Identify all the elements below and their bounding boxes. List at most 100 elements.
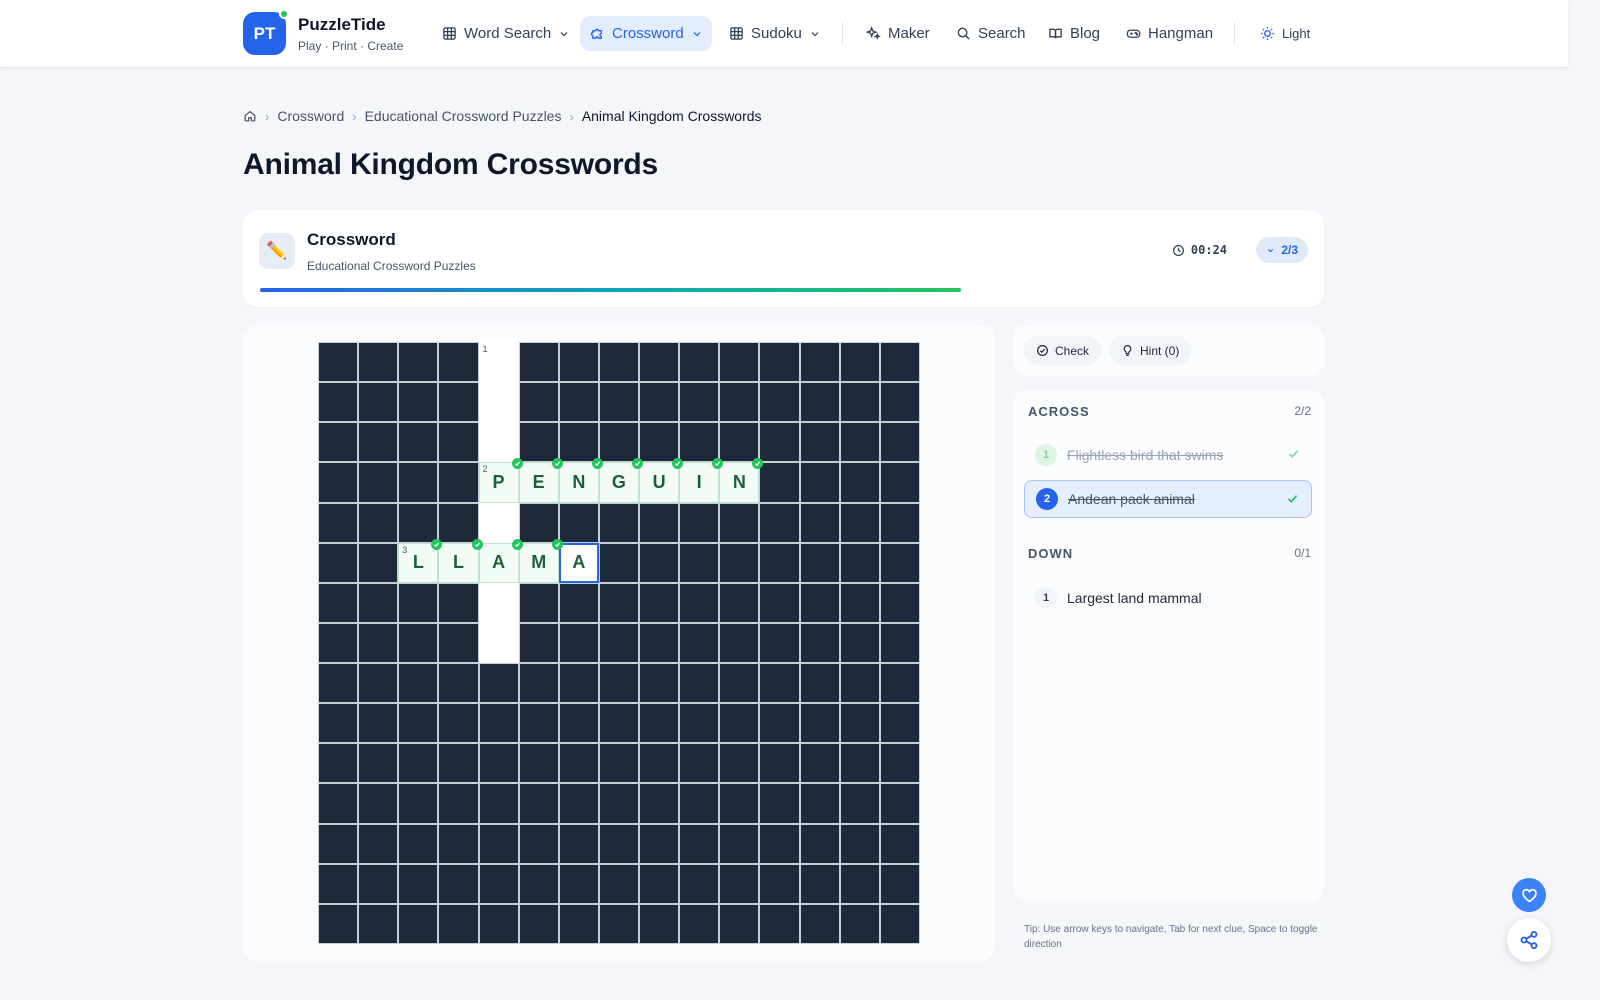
grid-letter-cell[interactable]: A: [558, 542, 599, 583]
nav-crossword[interactable]: Crossword: [580, 16, 712, 51]
grid-block-cell: [558, 783, 599, 824]
check-button[interactable]: Check: [1024, 336, 1102, 365]
favorite-button[interactable]: [1512, 878, 1546, 912]
grid-block-cell: [759, 743, 800, 784]
grid-block-cell: [558, 382, 599, 423]
grid-letter-cell[interactable]: [478, 582, 519, 623]
puzzle-piece-icon: [590, 28, 602, 39]
grid-block-cell: [879, 502, 920, 543]
grid-letter-cell[interactable]: N: [558, 458, 603, 503]
grid-block-cell: [438, 663, 479, 704]
grid-block-cell: [879, 903, 920, 944]
grid-letter-cell[interactable]: 2P: [478, 458, 523, 503]
nav-search[interactable]: Search: [946, 16, 1036, 51]
grid-block-cell: [478, 703, 519, 744]
grid-block-cell: [799, 542, 840, 583]
clue-text: Largest land mammal: [1067, 590, 1202, 606]
brand-tagline: Play · Print · Create: [298, 39, 404, 53]
grid-letter-cell[interactable]: A: [478, 538, 523, 583]
grid-icon: [730, 27, 743, 40]
nav-hangman[interactable]: Hangman: [1116, 16, 1223, 51]
grid-block-cell: [518, 903, 559, 944]
nav-word-search[interactable]: Word Search: [432, 16, 580, 51]
grid-block-cell: [759, 663, 800, 704]
grid-block-cell: [438, 703, 479, 744]
grid-block-cell: [799, 342, 840, 383]
clue-across-2[interactable]: 2 Andean pack animal: [1024, 480, 1312, 518]
grid-block-cell: [518, 342, 559, 383]
nav-maker[interactable]: Maker: [856, 16, 940, 51]
grid-block-cell: [518, 823, 559, 864]
grid-block-cell: [879, 422, 920, 463]
grid-block-cell: [879, 542, 920, 583]
clue-text: Andean pack animal: [1068, 491, 1195, 507]
share-button[interactable]: [1507, 918, 1551, 962]
grid-letter-cell[interactable]: U: [639, 458, 684, 503]
grid-block-cell: [478, 823, 519, 864]
gamepad-icon: [1126, 29, 1141, 38]
grid-block-cell: [518, 502, 559, 543]
grid-letter-cell[interactable]: L: [438, 538, 483, 583]
pencil-icon: ✏️: [259, 233, 295, 269]
brand-logo[interactable]: PT: [243, 9, 289, 55]
hint-button-label: Hint (0): [1140, 343, 1180, 358]
grid-block-cell: [839, 542, 880, 583]
grid-block-cell: [318, 703, 359, 744]
brand-block[interactable]: PuzzleTide Play · Print · Create: [298, 15, 403, 53]
grid-block-cell: [719, 542, 760, 583]
grid-block-cell: [839, 342, 880, 383]
grid-block-cell: [639, 582, 680, 623]
grid-letter-cell[interactable]: I: [679, 458, 724, 503]
breadcrumb-category[interactable]: Educational Crossword Puzzles: [365, 108, 562, 124]
grid-block-cell: [398, 743, 439, 784]
grid-letter-cell[interactable]: 1: [478, 342, 519, 383]
grid-letter-cell[interactable]: [478, 382, 519, 423]
grid-block-cell: [719, 582, 760, 623]
hint-button[interactable]: Hint (0): [1109, 336, 1192, 365]
cell-letter: E: [532, 471, 545, 492]
grid-block-cell: [679, 783, 720, 824]
grid-letter-cell[interactable]: M: [518, 538, 563, 583]
grid-block-cell: [879, 823, 920, 864]
timer-value: 00:24: [1190, 243, 1227, 257]
grid-block-cell: [318, 622, 359, 663]
grid-block-cell: [639, 823, 680, 864]
grid-block-cell: [358, 863, 399, 904]
cell-correct-icon: [551, 538, 563, 550]
clue-down-1[interactable]: 1 Largest land mammal: [1024, 579, 1312, 617]
crossword-grid: 12PENGUIN3LLAMA: [318, 342, 920, 944]
chevron-down-icon: [811, 31, 819, 36]
grid-block-cell: [558, 422, 599, 463]
grid-letter-cell[interactable]: 3L: [398, 538, 443, 583]
grid-letter-cell[interactable]: [478, 622, 519, 663]
grid-block-cell: [839, 743, 880, 784]
grid-letter-cell[interactable]: [478, 502, 519, 543]
grid-block-cell: [839, 462, 880, 503]
grid-block-cell: [879, 783, 920, 824]
theme-toggle-label: Light: [1282, 26, 1311, 41]
grid-block-cell: [839, 903, 880, 944]
grid-letter-cell[interactable]: G: [598, 458, 643, 503]
nav-blog[interactable]: Blog: [1038, 16, 1110, 51]
grid-letter-cell[interactable]: N: [719, 458, 764, 503]
grid-block-cell: [679, 863, 720, 904]
grid-block-cell: [358, 342, 399, 383]
search-icon: [957, 27, 970, 40]
brand-name: PuzzleTide: [298, 15, 386, 34]
grid-block-cell: [719, 663, 760, 704]
grid-block-cell: [639, 422, 680, 463]
across-count: 2/2: [1294, 404, 1311, 418]
theme-toggle[interactable]: Light: [1250, 16, 1320, 51]
grid-letter-cell[interactable]: E: [518, 458, 563, 503]
grid-letter-cell[interactable]: [478, 422, 519, 463]
cell-letter: A: [492, 552, 506, 573]
nav-search-label: Search: [978, 25, 1026, 42]
sparkles-icon: [866, 26, 881, 40]
grid-block-cell: [358, 462, 399, 503]
home-icon[interactable]: [243, 109, 257, 123]
solved-count: 2/3: [1281, 243, 1298, 257]
grid-block-cell: [639, 542, 680, 583]
breadcrumb-crossword[interactable]: Crossword: [277, 108, 344, 124]
clue-across-1[interactable]: 1 Flightless bird that swims: [1024, 436, 1312, 474]
nav-sudoku[interactable]: Sudoku: [719, 16, 831, 51]
